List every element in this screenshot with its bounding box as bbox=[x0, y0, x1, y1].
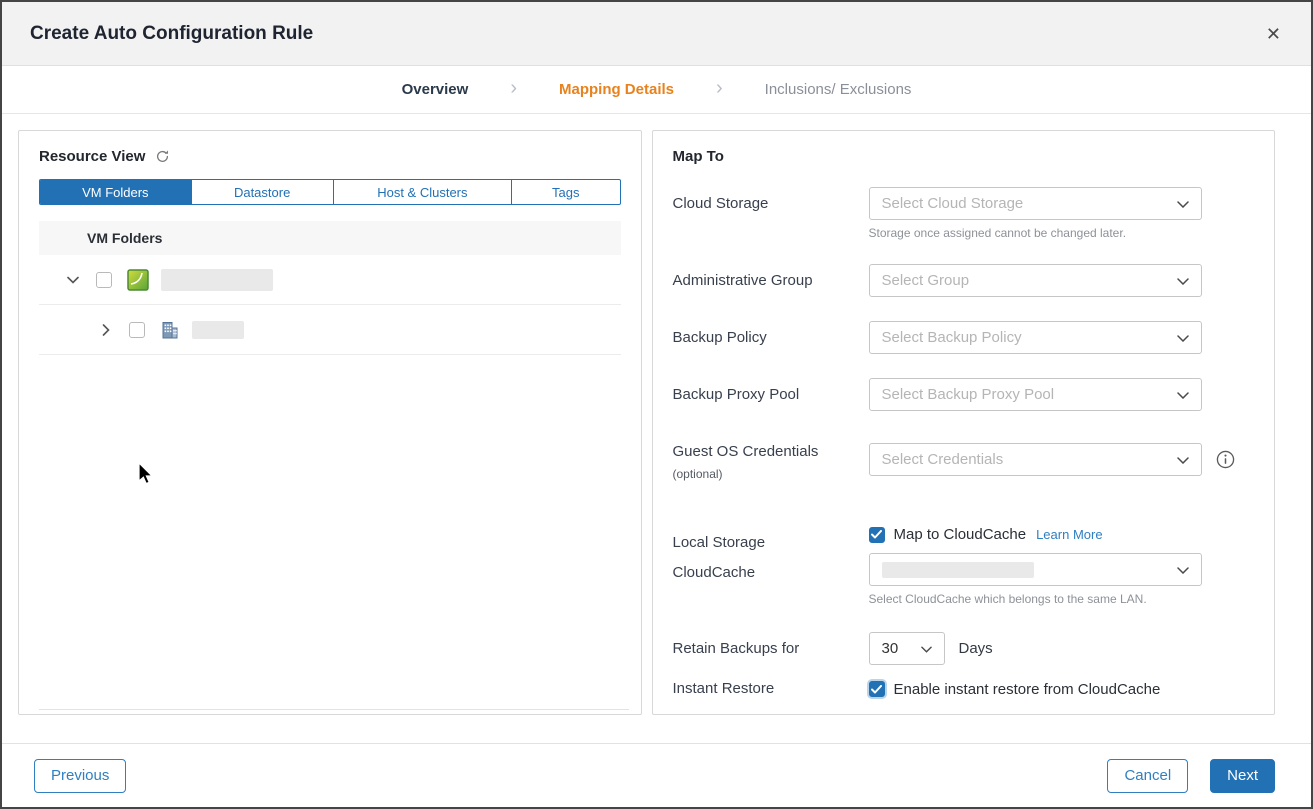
tab-host-clusters[interactable]: Host & Clusters bbox=[333, 180, 511, 204]
datacenter-icon bbox=[160, 320, 180, 340]
cloudcache-label: CloudCache bbox=[673, 563, 869, 583]
chevron-down-icon bbox=[1177, 561, 1189, 579]
map-to-cloudcache-label: Map to CloudCache bbox=[894, 526, 1027, 543]
guest-os-credentials-label: Guest OS Credentials bbox=[673, 442, 869, 462]
backup-policy-row: Backup Policy Select Backup Policy bbox=[673, 321, 1251, 354]
admin-group-label: Administrative Group bbox=[673, 264, 869, 297]
vcenter-icon bbox=[127, 269, 149, 291]
step-overview[interactable]: Overview bbox=[402, 81, 469, 98]
chevron-down-icon bbox=[1177, 195, 1189, 213]
wizard-stepper: Overview › Mapping Details › Inclusions/… bbox=[2, 66, 1311, 114]
admin-group-select[interactable]: Select Group bbox=[869, 264, 1202, 297]
retain-days-unit: Days bbox=[959, 640, 993, 657]
backup-proxy-pool-placeholder: Select Backup Proxy Pool bbox=[882, 386, 1055, 403]
cloudcache-value-redacted bbox=[882, 562, 1034, 578]
backup-policy-select[interactable]: Select Backup Policy bbox=[869, 321, 1202, 354]
tab-datastore[interactable]: Datastore bbox=[191, 180, 333, 204]
chevron-down-icon bbox=[1177, 272, 1189, 290]
vcenter-checkbox[interactable] bbox=[96, 272, 112, 288]
retain-days-value: 30 bbox=[882, 640, 899, 657]
retain-backups-label: Retain Backups for bbox=[673, 639, 869, 659]
tree-row-vcenter[interactable] bbox=[39, 255, 621, 305]
datacenter-name-redacted bbox=[192, 321, 244, 339]
step-inclusions-exclusions[interactable]: Inclusions/ Exclusions bbox=[765, 81, 912, 98]
backup-proxy-pool-row: Backup Proxy Pool Select Backup Proxy Po… bbox=[673, 378, 1251, 411]
instant-restore-checkbox-label: Enable instant restore from CloudCache bbox=[894, 681, 1161, 698]
info-icon[interactable] bbox=[1216, 450, 1235, 469]
cloudcache-helper: Select CloudCache which belongs to the s… bbox=[869, 592, 1202, 606]
dialog-footer: Previous Cancel Next bbox=[2, 743, 1311, 807]
instant-restore-row: Instant Restore Enable instant restore f… bbox=[673, 679, 1251, 699]
guest-os-credentials-select[interactable]: Select Credentials bbox=[869, 443, 1202, 476]
chevron-down-icon bbox=[1177, 329, 1189, 347]
backup-proxy-pool-select[interactable]: Select Backup Proxy Pool bbox=[869, 378, 1202, 411]
guest-os-credentials-placeholder: Select Credentials bbox=[882, 451, 1004, 468]
chevron-down-icon bbox=[1177, 451, 1189, 469]
tab-tags[interactable]: Tags bbox=[511, 180, 619, 204]
close-icon[interactable]: ✕ bbox=[1266, 25, 1281, 43]
chevron-right-icon: › bbox=[716, 77, 723, 100]
admin-group-placeholder: Select Group bbox=[882, 272, 970, 289]
local-storage-label: Local Storage bbox=[673, 533, 869, 553]
vcenter-name-redacted bbox=[161, 269, 273, 291]
guest-os-credentials-row: Guest OS Credentials (optional) Select C… bbox=[673, 435, 1251, 484]
chevron-down-icon bbox=[921, 640, 932, 658]
previous-button[interactable]: Previous bbox=[34, 759, 126, 793]
dialog-title: Create Auto Configuration Rule bbox=[30, 23, 313, 45]
backup-policy-label: Backup Policy bbox=[673, 321, 869, 354]
cloud-storage-helper: Storage once assigned cannot be changed … bbox=[869, 226, 1202, 240]
tab-vm-folders[interactable]: VM Folders bbox=[40, 180, 191, 204]
backup-proxy-pool-label: Backup Proxy Pool bbox=[673, 378, 869, 411]
backup-policy-placeholder: Select Backup Policy bbox=[882, 329, 1022, 346]
tree-column-header: VM Folders bbox=[39, 221, 621, 255]
map-to-cloudcache-checkbox[interactable] bbox=[869, 527, 885, 543]
chevron-down-icon bbox=[1177, 386, 1189, 404]
scrollbar-track[interactable] bbox=[39, 709, 629, 710]
learn-more-link[interactable]: Learn More bbox=[1036, 527, 1102, 542]
tree-row-datacenter[interactable] bbox=[39, 305, 621, 355]
refresh-icon[interactable] bbox=[155, 149, 170, 164]
guest-os-optional-label: (optional) bbox=[673, 464, 869, 484]
chevron-down-icon[interactable] bbox=[66, 276, 80, 284]
instant-restore-label: Instant Restore bbox=[673, 679, 869, 699]
local-storage-row: Local Storage CloudCache Map to CloudCac… bbox=[673, 526, 1251, 606]
dialog-body: Resource View VM Folders Datastore Host … bbox=[2, 114, 1311, 743]
resource-view-panel: Resource View VM Folders Datastore Host … bbox=[18, 130, 642, 715]
next-button[interactable]: Next bbox=[1210, 759, 1275, 793]
step-mapping-details[interactable]: Mapping Details bbox=[559, 81, 674, 98]
resource-view-title: Resource View bbox=[39, 148, 145, 165]
cloud-storage-select[interactable]: Select Cloud Storage bbox=[869, 187, 1202, 220]
dialog-header: Create Auto Configuration Rule ✕ bbox=[2, 2, 1311, 66]
resource-view-tabs: VM Folders Datastore Host & Clusters Tag… bbox=[39, 179, 621, 205]
chevron-right-icon: › bbox=[510, 77, 517, 100]
map-to-title: Map To bbox=[673, 148, 1251, 165]
cloud-storage-row: Cloud Storage Select Cloud Storage Stora… bbox=[673, 187, 1251, 240]
create-auto-configuration-rule-dialog: Create Auto Configuration Rule ✕ Overvie… bbox=[0, 0, 1313, 809]
instant-restore-checkbox[interactable] bbox=[869, 681, 885, 697]
chevron-right-icon[interactable] bbox=[99, 324, 113, 336]
cloudcache-select[interactable] bbox=[869, 553, 1202, 586]
cloud-storage-label: Cloud Storage bbox=[673, 187, 869, 240]
map-to-panel: Map To Cloud Storage Select Cloud Storag… bbox=[652, 130, 1276, 715]
datacenter-checkbox[interactable] bbox=[129, 322, 145, 338]
admin-group-row: Administrative Group Select Group bbox=[673, 264, 1251, 297]
cloud-storage-placeholder: Select Cloud Storage bbox=[882, 195, 1024, 212]
retain-days-select[interactable]: 30 bbox=[869, 632, 945, 665]
retain-backups-row: Retain Backups for 30 Days bbox=[673, 632, 1251, 665]
cancel-button[interactable]: Cancel bbox=[1107, 759, 1188, 793]
